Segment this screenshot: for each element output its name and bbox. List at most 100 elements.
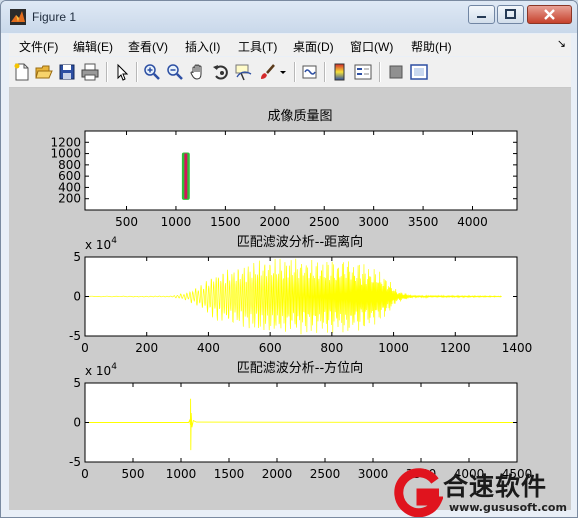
print-icon bbox=[81, 63, 99, 81]
menu-desktop[interactable]: 桌面(D) bbox=[293, 38, 334, 55]
menu-view[interactable]: 查看(V) bbox=[128, 38, 168, 55]
x-tick-label: 3000 bbox=[358, 215, 389, 229]
print-button[interactable] bbox=[81, 63, 99, 81]
gususoft-logo-icon bbox=[394, 468, 445, 517]
x-tick-label: 1500 bbox=[210, 215, 241, 229]
rotate-3d-button[interactable] bbox=[212, 63, 230, 81]
x-tick-label: 800 bbox=[320, 341, 343, 355]
x-tick-label: 4000 bbox=[457, 215, 488, 229]
toolbar-separator bbox=[136, 62, 138, 82]
zoom-in-icon bbox=[144, 64, 160, 80]
watermark-brand: 合速软件 bbox=[443, 472, 548, 501]
dock-arrow-icon[interactable]: ↘ bbox=[557, 37, 566, 50]
toolbar-separator bbox=[294, 62, 296, 82]
toolbar-separator bbox=[106, 62, 108, 82]
window-title: Figure 1 bbox=[32, 10, 77, 24]
figure-canvas[interactable]: 500 1000 1500 2000 2500 3000 3500 4000 200 400 600… bbox=[9, 88, 571, 510]
hand-icon bbox=[190, 64, 202, 80]
open-file-button[interactable] bbox=[35, 63, 53, 81]
link-plot-button[interactable] bbox=[301, 63, 319, 81]
menu-edit[interactable]: 编辑(E) bbox=[73, 38, 113, 55]
pan-button[interactable] bbox=[189, 63, 207, 81]
menu-file[interactable]: 文件(F) bbox=[19, 38, 58, 55]
y-tick-label: 5 bbox=[73, 250, 81, 264]
watermark-url: www.gususoft.com bbox=[449, 501, 567, 514]
show-tools-icon bbox=[410, 64, 428, 80]
insert-colorbar-button[interactable] bbox=[331, 63, 349, 81]
y-tick-label: -5 bbox=[69, 455, 81, 469]
x-tick-label: 500 bbox=[122, 467, 145, 481]
save-button[interactable] bbox=[58, 63, 76, 81]
zoom-out-button[interactable] bbox=[166, 63, 184, 81]
x-tick-label: 2500 bbox=[309, 215, 340, 229]
menu-help[interactable]: 帮助(H) bbox=[411, 38, 452, 55]
plots-canvas: 500 1000 1500 2000 2500 3000 3500 4000200400600… bbox=[50, 109, 533, 481]
x-tick-label: 1000 bbox=[378, 341, 409, 355]
colorbar-icon bbox=[334, 63, 345, 81]
data-cursor-icon bbox=[235, 64, 252, 81]
link-plot-icon bbox=[302, 65, 317, 79]
menu-tools[interactable]: 工具(T) bbox=[238, 38, 277, 55]
maximize-button[interactable] bbox=[497, 5, 524, 24]
new-figure-button[interactable] bbox=[13, 63, 31, 81]
toolbar bbox=[9, 57, 571, 88]
insert-legend-button[interactable] bbox=[354, 63, 372, 81]
watermark-logo: 合速软件 www.gususoft.com bbox=[391, 465, 577, 517]
x-tick-label: 400 bbox=[197, 341, 220, 355]
minimize-button[interactable] bbox=[468, 5, 495, 24]
hide-tools-icon bbox=[389, 65, 403, 79]
x-tick-label: 500 bbox=[115, 215, 138, 229]
y-tick-label: 0 bbox=[73, 290, 81, 304]
y-tick-label: 0 bbox=[73, 416, 81, 430]
image-blob bbox=[181, 152, 190, 200]
menu-window[interactable]: 窗口(W) bbox=[350, 38, 393, 55]
figure-window: Figure 1 文件(F) 编辑(E) 查看(V) 插入(I) 工具(T) 桌… bbox=[0, 0, 578, 518]
x-tick-label: 1500 bbox=[214, 467, 245, 481]
maximize-icon bbox=[505, 9, 516, 19]
title-bar[interactable]: Figure 1 bbox=[1, 1, 577, 33]
brush-icon bbox=[261, 64, 275, 79]
show-plot-tools-button[interactable] bbox=[410, 63, 428, 81]
x-tick-label: 1000 bbox=[166, 467, 197, 481]
x-tick-label: 200 bbox=[135, 341, 158, 355]
pointer-arrow-icon bbox=[117, 63, 129, 81]
x-tick-label: 0 bbox=[81, 341, 89, 355]
edit-plot-button[interactable] bbox=[113, 63, 131, 81]
x-tick-label: 600 bbox=[259, 341, 282, 355]
zoom-in-button[interactable] bbox=[143, 63, 161, 81]
dropdown-arrow-icon bbox=[280, 71, 286, 74]
hide-plot-tools-button[interactable] bbox=[387, 63, 405, 81]
azimuth-title: 匹配滤波分析--方位向 bbox=[237, 360, 363, 376]
toolbar-separator bbox=[379, 62, 381, 82]
brush-button[interactable] bbox=[258, 63, 276, 81]
x-tick-label: 1000 bbox=[161, 215, 192, 229]
close-button[interactable] bbox=[527, 5, 572, 24]
y-tick-label: 1200 bbox=[50, 135, 81, 149]
y-tick-label: 5 bbox=[73, 376, 81, 390]
menu-insert[interactable]: 插入(I) bbox=[185, 38, 220, 55]
open-folder-icon bbox=[35, 65, 53, 79]
azimuth-exponent-label: x 104 bbox=[85, 362, 117, 378]
x-tick-label: 1400 bbox=[502, 341, 533, 355]
image-title: 成像质量图 bbox=[267, 109, 332, 124]
new-file-icon bbox=[14, 63, 29, 81]
range-exponent-label: x 104 bbox=[85, 236, 117, 252]
axes-image[interactable] bbox=[84, 130, 518, 211]
zoom-out-icon bbox=[167, 64, 183, 80]
legend-icon bbox=[354, 64, 372, 80]
image-blob-core bbox=[184, 153, 188, 199]
x-tick-label: 0 bbox=[81, 467, 89, 481]
x-tick-label: 1200 bbox=[440, 341, 471, 355]
range-title: 匹配滤波分析--距离向 bbox=[237, 234, 363, 250]
data-cursor-button[interactable] bbox=[235, 63, 253, 81]
toolbar-separator bbox=[324, 62, 326, 82]
menu-bar: 文件(F) 编辑(E) 查看(V) 插入(I) 工具(T) 桌面(D) 窗口(W… bbox=[9, 34, 571, 56]
x-tick-label: 3500 bbox=[408, 215, 439, 229]
y-tick-label: -5 bbox=[69, 329, 81, 343]
rotate-icon bbox=[213, 65, 228, 80]
x-tick-label: 2000 bbox=[262, 467, 293, 481]
brush-dropdown[interactable] bbox=[279, 63, 287, 81]
matlab-icon bbox=[10, 9, 26, 25]
x-tick-label: 2500 bbox=[310, 467, 341, 481]
x-tick-label: 3000 bbox=[358, 467, 389, 481]
